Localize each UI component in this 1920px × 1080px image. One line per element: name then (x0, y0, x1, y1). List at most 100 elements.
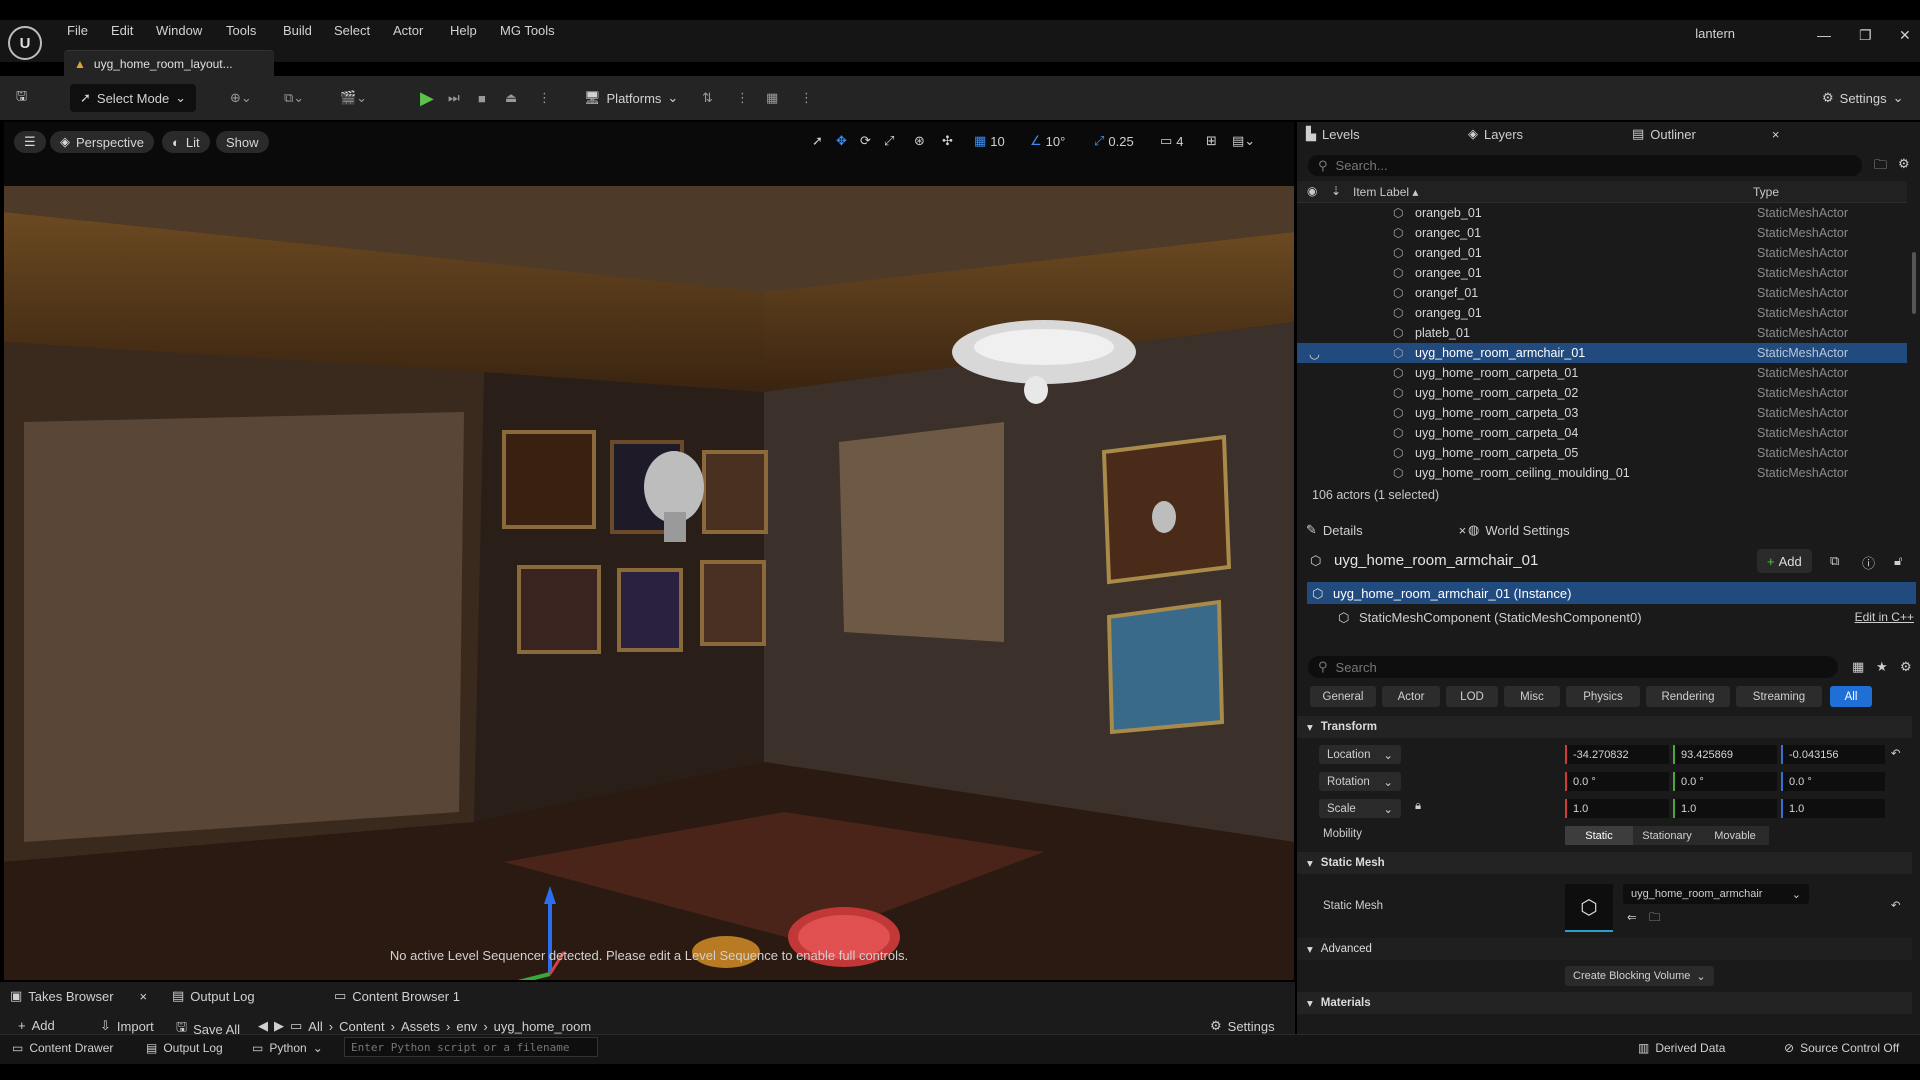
star-icon[interactable]: ★ (1876, 659, 1888, 675)
outliner-row[interactable]: ⬡ uyg_home_room_ceiling_moulding_01 Static… (1297, 463, 1907, 483)
use-selected-icon[interactable]: ⇐ (1627, 910, 1637, 924)
mobility-movable[interactable]: Movable (1701, 826, 1769, 845)
platforms-dropdown[interactable]: 🖥 Platforms ⌄ (584, 84, 678, 112)
gear-icon[interactable]: ⚙ (1898, 156, 1910, 172)
edit-in-cpp-link[interactable]: Edit in C++ (1855, 610, 1914, 624)
tab-outliner[interactable]: ▤ Outliner × (1632, 126, 1779, 142)
more-options-icon[interactable]: ⋮ (800, 84, 813, 112)
mobility-stationary[interactable]: Stationary (1633, 826, 1701, 845)
location-z-field[interactable]: -0.043156 (1781, 745, 1885, 764)
restore-icon[interactable]: ❐ (1859, 27, 1872, 44)
scale-x-field[interactable]: 1.0 (1565, 799, 1669, 818)
rotate-tool-icon[interactable]: ⟳ (860, 133, 871, 149)
location-x-field[interactable]: -34.270832 (1565, 745, 1669, 764)
filter-misc[interactable]: Misc (1504, 686, 1560, 707)
menu-window[interactable]: Window (156, 23, 202, 38)
gear-icon[interactable]: ⚙ (1900, 659, 1912, 675)
col-type[interactable]: Type (1753, 185, 1779, 199)
more-options-icon[interactable]: ⋮ (736, 84, 749, 112)
menu-file[interactable]: File (67, 23, 88, 38)
close-window-icon[interactable]: ✕ (1899, 27, 1911, 44)
outliner-row[interactable]: ⬡ oranged_01 StaticMeshActor (1297, 243, 1907, 263)
save-icon[interactable]: 🖫 (16, 84, 27, 112)
rotation-x-field[interactable]: 0.0 ° (1565, 772, 1669, 791)
content-drawer-button[interactable]: ▭ Content Drawer (12, 1041, 113, 1055)
filter-streaming[interactable]: Streaming (1736, 686, 1822, 707)
tab-levels[interactable]: ▙ Levels (1306, 126, 1360, 142)
scale-tool-icon[interactable]: ⤢ (884, 133, 894, 149)
section-materials[interactable]: ▾ Materials (1297, 992, 1912, 1014)
level-viewport[interactable] (4, 122, 1294, 980)
outliner-scrollbar[interactable] (1912, 252, 1916, 314)
lit-button[interactable]: ◐ Lit (162, 131, 210, 153)
breadcrumb-content[interactable]: Content (339, 1019, 385, 1034)
outliner-row[interactable]: ⬡ uyg_home_room_carpeta_03 StaticMeshActor (1297, 403, 1907, 423)
tab-world-settings[interactable]: ◍ World Settings (1468, 522, 1570, 538)
visibility-eye-icon[interactable]: ◉ (1307, 184, 1317, 198)
nav-back-icon[interactable]: ◀ (258, 1018, 268, 1034)
pin-icon[interactable]: ⇣ (1331, 184, 1341, 198)
mobility-static[interactable]: Static (1565, 826, 1633, 845)
outliner-search-input[interactable]: ⚲ Search... (1308, 155, 1862, 176)
close-tab-icon[interactable]: × (140, 989, 148, 1004)
document-tab[interactable]: ▲ uyg_home_room_layout... (64, 50, 274, 76)
mesh-thumbnail[interactable]: ⬡ (1565, 884, 1613, 932)
breadcrumb-uyg-home-room[interactable]: uyg_home_room (494, 1019, 592, 1034)
col-item-label[interactable]: Item Label ▴ (1353, 185, 1418, 199)
component-row[interactable]: StaticMeshComponent (StaticMeshComponent… (1307, 606, 1916, 628)
browse-icon[interactable]: 🗀 (1649, 910, 1661, 929)
world-local-icon[interactable]: ⊛ (914, 133, 925, 149)
section-transform[interactable]: ▾ Transform (1297, 716, 1912, 738)
outliner-row[interactable]: ⬡ uyg_home_room_carpeta_04 StaticMeshActor (1297, 423, 1907, 443)
location-dropdown[interactable]: Location ⌄ (1319, 745, 1401, 764)
camera-speed-button[interactable]: ▭ 4 (1160, 133, 1184, 149)
outliner-row[interactable]: ⬡ uyg_home_room_carpeta_02 StaticMeshActor (1297, 383, 1907, 403)
static-mesh-picker[interactable]: uyg_home_room_armchair ⌄ (1623, 884, 1809, 904)
source-control-button[interactable]: ⊘ Source Control Off (1784, 1041, 1899, 1055)
table-view-icon[interactable]: ▦ (1852, 659, 1864, 675)
status-output-log-button[interactable]: ▤ Output Log (146, 1041, 223, 1055)
outliner-row[interactable]: ⬡ orangeb_01 StaticMeshActor (1297, 203, 1907, 223)
source-control-icon[interactable]: ⇅ (702, 84, 713, 112)
cb-add-button[interactable]: + Add (18, 1018, 55, 1033)
show-button[interactable]: Show (216, 131, 269, 153)
outliner-row[interactable]: ⬡ orangee_01 StaticMeshActor (1297, 263, 1907, 283)
reset-arrow-icon[interactable]: ↶ (1891, 746, 1901, 760)
reset-arrow-icon[interactable]: ↶ (1891, 898, 1901, 912)
unreal-logo-icon[interactable]: U (8, 26, 42, 60)
outliner-row[interactable]: ⬡ orangeg_01 StaticMeshActor (1297, 303, 1907, 323)
cb-import-button[interactable]: ⇩ Import (100, 1018, 154, 1034)
rotation-y-field[interactable]: 0.0 ° (1673, 772, 1777, 791)
filter-physics[interactable]: Physics (1566, 686, 1640, 707)
location-y-field[interactable]: 93.425869 (1673, 745, 1777, 764)
tab-details[interactable]: ✎ Details × (1306, 522, 1466, 538)
nav-forward-icon[interactable]: ▶ (274, 1018, 284, 1034)
rotation-dropdown[interactable]: Rotation ⌄ (1319, 772, 1401, 791)
outliner-row[interactable]: ⬡ orangec_01 StaticMeshActor (1297, 223, 1907, 243)
filter-all[interactable]: All (1830, 686, 1872, 707)
maximize-viewport-icon[interactable]: ⊞ (1206, 133, 1217, 149)
tab-content-browser[interactable]: ▭ Content Browser 1 (334, 988, 460, 1004)
tab-output-log[interactable]: ▤ Output Log (172, 988, 255, 1004)
lock-icon[interactable]: 🔓︎ (1894, 553, 1902, 569)
scale-y-field[interactable]: 1.0 (1673, 799, 1777, 818)
visibility-eye-icon[interactable]: ◡ (1309, 346, 1320, 361)
step-icon[interactable]: ⏭ (448, 84, 460, 112)
breadcrumb-all[interactable]: All (308, 1019, 322, 1034)
scale-snap-button[interactable]: ⤢ 0.25 (1094, 133, 1134, 149)
select-mode-dropdown[interactable]: ➚ Select Mode ⌄ (70, 84, 197, 112)
tab-layers[interactable]: ◈ Layers (1468, 126, 1523, 142)
filter-actor[interactable]: Actor (1382, 686, 1440, 707)
blueprint-icon[interactable]: ⧉⌄ (284, 84, 304, 112)
details-search-input[interactable]: ⚲ Search (1308, 656, 1838, 678)
viewport-menu-icon[interactable]: ☰ (14, 131, 46, 153)
add-folder-icon[interactable]: 🗀 (1874, 156, 1887, 178)
outliner-row[interactable]: ⬡ plateb_01 StaticMeshActor (1297, 323, 1907, 343)
perspective-button[interactable]: ◈ Perspective (50, 131, 154, 153)
section-advanced[interactable]: ▾ Advanced (1297, 938, 1912, 960)
filter-rendering[interactable]: Rendering (1646, 686, 1730, 707)
minimize-icon[interactable]: — (1817, 27, 1831, 43)
instance-row[interactable]: uyg_home_room_armchair_01 (Instance) (1307, 582, 1916, 604)
rotation-z-field[interactable]: 0.0 ° (1781, 772, 1885, 791)
python-console-input[interactable] (344, 1037, 598, 1057)
